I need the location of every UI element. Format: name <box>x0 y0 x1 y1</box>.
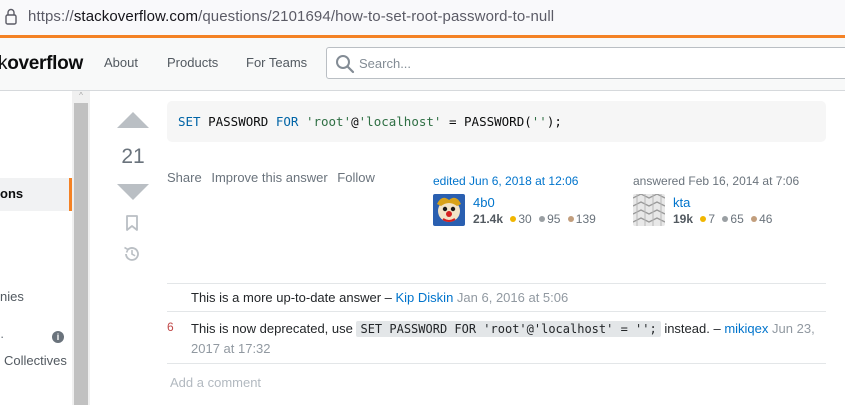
bronze-badge-count: 139 <box>575 212 596 226</box>
nav-products[interactable]: Products <box>167 55 218 70</box>
downvote-button[interactable] <box>117 184 149 200</box>
comment-separator: – <box>709 321 725 336</box>
comment-date-link[interactable]: Jan 6, 2016 at 5:06 <box>457 290 568 305</box>
comment-separator: – <box>381 290 396 305</box>
code-token: PASSWORD <box>200 114 276 129</box>
comment-user-link[interactable]: Kip Diskin <box>396 290 454 305</box>
answered-timestamp[interactable]: answered Feb 16, 2014 at 7:06 <box>633 174 799 188</box>
author-name-link[interactable]: kta <box>673 195 690 210</box>
code-token: ); <box>546 114 562 129</box>
gold-badge-count: 30 <box>518 212 532 226</box>
silver-badge-icon <box>722 216 729 222</box>
left-sidebar: ons nies · i Collectives <box>0 91 72 405</box>
url-prefix: https:// <box>28 8 74 25</box>
gold-badge-icon <box>510 216 517 222</box>
editor-card: edited Jun 6, 2018 at 12:06 4b0 21.4k 30… <box>433 174 613 230</box>
gold-badge-icon <box>700 216 707 222</box>
author-reputation: 19k 7 65 46 <box>673 212 772 226</box>
gold-badge-count: 7 <box>708 212 716 226</box>
nav-for-teams[interactable]: For Teams <box>246 55 307 70</box>
lock-icon <box>5 8 17 25</box>
editor-avatar[interactable] <box>433 194 465 226</box>
share-link[interactable]: Share <box>167 170 202 185</box>
comment-text: This is now deprecated, use <box>191 321 357 336</box>
url-text[interactable]: https://stackoverflow.com/questions/2101… <box>28 8 554 25</box>
author-avatar[interactable] <box>633 194 665 226</box>
comment-divider <box>167 311 826 312</box>
bookmark-icon[interactable] <box>124 214 140 232</box>
code-token: SET <box>178 114 201 129</box>
search-icon <box>336 55 355 74</box>
code-token: FOR <box>275 114 299 129</box>
bronze-badge-count: 46 <box>759 212 773 226</box>
comment-text: instead. <box>660 321 710 336</box>
comment-divider <box>167 283 826 284</box>
post-menu: Share Improve this answer Follow <box>167 170 381 185</box>
code-block: SET PASSWORD FOR 'root'@'localhost' = PA… <box>167 101 826 142</box>
search-box[interactable]: Search... <box>326 47 845 79</box>
bronze-badge-icon <box>751 216 758 222</box>
browser-address-bar[interactable]: https://stackoverflow.com/questions/2101… <box>0 0 845 35</box>
search-placeholder: Search... <box>359 56 412 71</box>
add-comment-link[interactable]: Add a comment <box>170 375 261 390</box>
comment-divider <box>167 363 826 364</box>
comment-text: This is a more up-to-date answer <box>191 290 382 305</box>
follow-link[interactable]: Follow <box>337 170 375 185</box>
history-icon[interactable] <box>122 244 142 264</box>
silver-badge-count: 65 <box>730 212 744 226</box>
sidebar-collectives-marker: · <box>0 329 5 344</box>
code-token: '' <box>531 114 547 129</box>
url-path: /questions/2101694/how-to-set-root-passw… <box>198 8 555 25</box>
nav-about[interactable]: About <box>104 55 138 70</box>
sidebar-item-companies[interactable]: nies <box>0 289 24 304</box>
comment-score: 6 <box>167 320 174 334</box>
comment-inline-code: SET PASSWORD FOR 'root'@'localhost' = ''… <box>356 321 661 337</box>
editor-reputation: 21.4k 30 95 139 <box>473 212 596 226</box>
edited-timestamp-link[interactable]: edited Jun 6, 2018 at 12:06 <box>433 174 578 188</box>
editor-name-link[interactable]: 4b0 <box>473 195 495 210</box>
vote-count: 21 <box>121 145 145 168</box>
author-card: answered Feb 16, 2014 at 7:06 kta 19k 7 … <box>633 174 813 230</box>
comment-item: This is a more up-to-date answer – Kip D… <box>191 288 821 307</box>
sidebar-item-label: ons <box>0 186 24 201</box>
sidebar-scrollbar-thumb[interactable] <box>74 103 88 405</box>
reputation-score: 19k <box>673 212 694 226</box>
scroll-up-arrow-icon[interactable]: ^ <box>76 92 86 100</box>
silver-badge-icon <box>539 216 546 222</box>
sidebar-item-collectives[interactable]: Collectives <box>4 353 67 368</box>
comment-user-link[interactable]: mikiqex <box>724 321 768 336</box>
site-header: koverflow About Products For Teams Searc… <box>0 35 845 91</box>
code-token: 'root' <box>305 114 352 129</box>
code-token: = PASSWORD( <box>441 114 532 129</box>
logo-bold: overflow <box>7 53 83 74</box>
silver-badge-count: 95 <box>547 212 561 226</box>
sidebar-item-questions[interactable]: ons <box>0 178 72 211</box>
url-host: stackoverflow.com <box>73 8 199 25</box>
reputation-score: 21.4k <box>473 212 504 226</box>
site-logo[interactable]: koverflow <box>0 53 83 75</box>
comment-item: This is now deprecated, use SET PASSWORD… <box>191 319 826 358</box>
improve-answer-link[interactable]: Improve this answer <box>211 170 327 185</box>
code-token: @ <box>351 114 359 129</box>
bronze-badge-icon <box>567 216 574 222</box>
code-token: 'localhost' <box>358 114 442 129</box>
info-icon[interactable]: i <box>52 331 64 343</box>
upvote-button[interactable] <box>117 112 149 128</box>
